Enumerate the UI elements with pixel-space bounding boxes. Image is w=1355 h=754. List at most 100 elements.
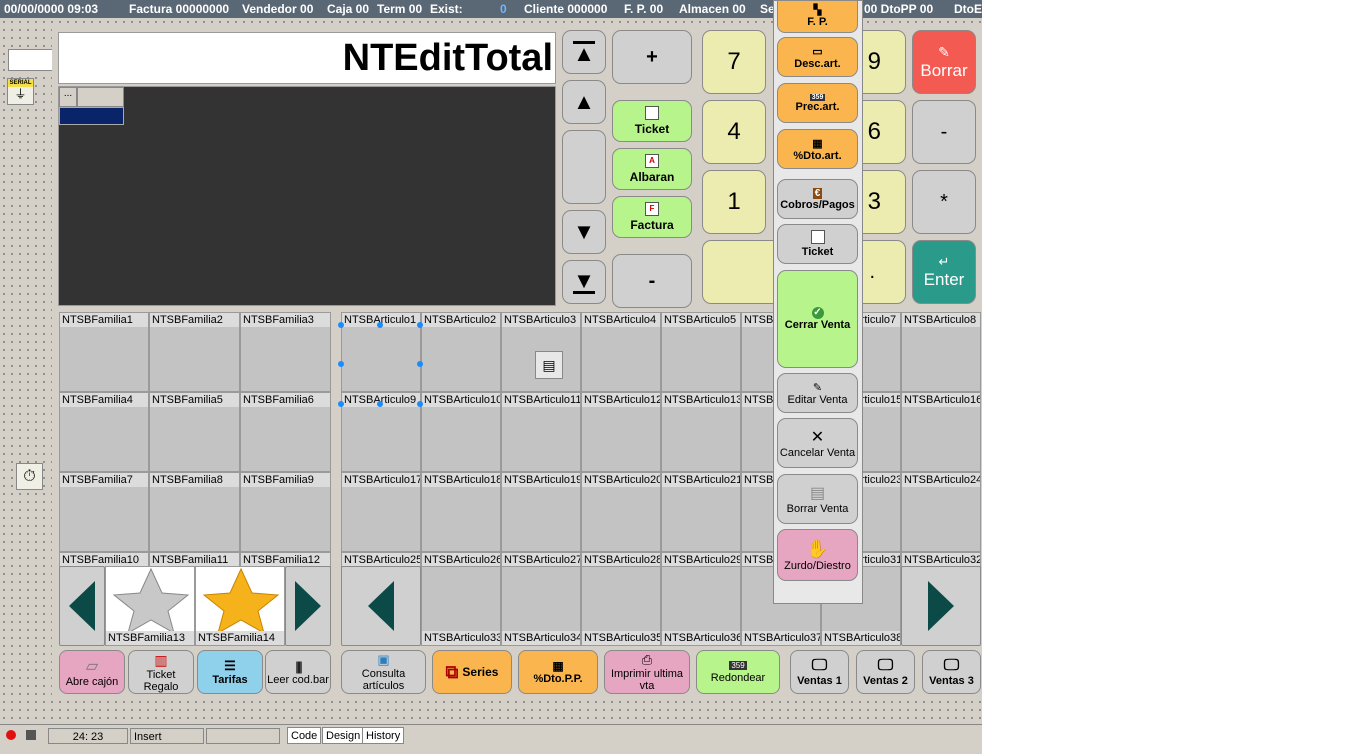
borrar-button[interactable]: ✎ Borrar bbox=[912, 30, 976, 94]
abre-cajon-button[interactable]: ▱ Abre cajón bbox=[59, 650, 125, 694]
articulo-cell-5[interactable]: NTSBArticulo5 bbox=[661, 312, 741, 392]
key-minus[interactable]: - bbox=[912, 100, 976, 164]
articulo-label: NTSBArticulo12 bbox=[582, 393, 660, 407]
articulo-prev-button[interactable] bbox=[341, 566, 421, 646]
key-7[interactable]: 7 bbox=[702, 30, 766, 94]
component-icon[interactable]: ▤ bbox=[535, 351, 563, 379]
articulo-cell-20[interactable]: NTSBArticulo20 bbox=[581, 472, 661, 552]
printer-icon: ⎙ bbox=[641, 652, 653, 667]
articulo-cell-24[interactable]: NTSBArticulo24 bbox=[901, 472, 981, 552]
articulo-cell-21[interactable]: NTSBArticulo21 bbox=[661, 472, 741, 552]
cerrar-venta-button[interactable]: ✓ Cerrar Venta bbox=[777, 270, 858, 368]
key-1[interactable]: 1 bbox=[702, 170, 766, 234]
articulo-cell-17[interactable]: NTSBArticulo17 bbox=[341, 472, 421, 552]
key-multiply[interactable]: * bbox=[912, 170, 976, 234]
status-cliente: Cliente 000000 bbox=[524, 2, 608, 16]
ticket-popup-button[interactable]: Ticket bbox=[777, 224, 858, 264]
tarifas-button[interactable]: ☰ Tarifas bbox=[197, 650, 263, 694]
selection-handle[interactable] bbox=[338, 361, 344, 367]
articulo-cell-11[interactable]: NTSBArticulo11 bbox=[501, 392, 581, 472]
record-icon[interactable] bbox=[6, 730, 16, 740]
selection-handle[interactable] bbox=[338, 401, 344, 407]
serial-component-icon[interactable]: SERIAL ⏚ bbox=[7, 78, 34, 105]
familia-cell-2[interactable]: NTSBFamilia2 bbox=[149, 312, 240, 392]
dto-art-button[interactable]: ▦ %Dto.art. bbox=[777, 129, 858, 169]
desc-art-button[interactable]: ▭ Desc.art. bbox=[777, 37, 858, 77]
scroll-down-button[interactable]: ▼ bbox=[562, 210, 606, 254]
selection-handle[interactable] bbox=[377, 322, 383, 328]
selection-handle[interactable] bbox=[377, 401, 383, 407]
factura-doc-button[interactable]: F Factura bbox=[612, 196, 692, 238]
ventas-1-button[interactable]: 🖵 Ventas 1 bbox=[790, 650, 849, 694]
grid-ellipsis-button[interactable]: ... bbox=[59, 87, 77, 107]
familia-cell-14[interactable]: NTSBFamilia14 bbox=[195, 566, 285, 646]
cobros-pagos-button[interactable]: € Cobros/Pagos bbox=[777, 179, 858, 219]
redondear-button[interactable]: 359 Redondear bbox=[696, 650, 780, 694]
ticket-doc-button[interactable]: Ticket bbox=[612, 100, 692, 142]
ticket-regalo-button[interactable]: ▥ Ticket Regalo bbox=[128, 650, 194, 694]
articulo-cell-35[interactable]: NTSBArticulo35 bbox=[581, 566, 661, 646]
articulo-cell-18[interactable]: NTSBArticulo18 bbox=[421, 472, 501, 552]
articulo-cell-10[interactable]: NTSBArticulo10 bbox=[421, 392, 501, 472]
imprimir-ultima-button[interactable]: ⎙ Imprimir ultima vta bbox=[604, 650, 690, 694]
articulo-next-button[interactable] bbox=[901, 566, 981, 646]
editar-venta-button[interactable]: ✎ Editar Venta bbox=[777, 373, 858, 413]
articulo-cell-4[interactable]: NTSBArticulo4 bbox=[581, 312, 661, 392]
enter-button[interactable]: ↵ Enter bbox=[912, 240, 976, 304]
familia-cell-8[interactable]: NTSBFamilia8 bbox=[149, 472, 240, 552]
articulo-cell-16[interactable]: NTSBArticulo16 bbox=[901, 392, 981, 472]
articulo-cell-19[interactable]: NTSBArticulo19 bbox=[501, 472, 581, 552]
status-exist-value: 0 bbox=[500, 2, 507, 16]
scroll-up-button[interactable]: ▲ bbox=[562, 80, 606, 124]
leer-cod-bar-button[interactable]: |||| Leer cod.bar bbox=[265, 650, 331, 694]
familia-cell-4[interactable]: NTSBFamilia4 bbox=[59, 392, 149, 472]
familia-next-button[interactable] bbox=[285, 566, 331, 646]
tab-history[interactable]: History bbox=[362, 727, 405, 744]
prec-art-button[interactable]: 359 Prec.art. bbox=[777, 83, 858, 123]
familia-cell-3[interactable]: NTSBFamilia3 bbox=[240, 312, 331, 392]
articulo-cell-2[interactable]: NTSBArticulo2 bbox=[421, 312, 501, 392]
articulo-cell-12[interactable]: NTSBArticulo12 bbox=[581, 392, 661, 472]
dto-pp-button[interactable]: ▦ %Dto.P.P. bbox=[518, 650, 598, 694]
articulo-cell-13[interactable]: NTSBArticulo13 bbox=[661, 392, 741, 472]
grid-selected-row[interactable] bbox=[59, 107, 124, 125]
articulo-cell-33[interactable]: NTSBArticulo33 bbox=[421, 566, 501, 646]
key-4[interactable]: 4 bbox=[702, 100, 766, 164]
selection-handle[interactable] bbox=[417, 322, 423, 328]
familia-prev-button[interactable] bbox=[59, 566, 105, 646]
cancelar-venta-button[interactable]: ✕ Cancelar Venta bbox=[777, 418, 858, 468]
ide-status-bar: 24: 23 Insert Code Design History bbox=[0, 724, 982, 754]
selection-handle[interactable] bbox=[417, 401, 423, 407]
ventas-3-button[interactable]: 🖵 Ventas 3 bbox=[922, 650, 981, 694]
borrar-venta-button[interactable]: ▤ Borrar Venta bbox=[777, 474, 858, 524]
tab-code[interactable]: Code bbox=[287, 727, 322, 744]
albaran-doc-button[interactable]: A Albaran bbox=[612, 148, 692, 190]
plus-button[interactable]: + bbox=[612, 30, 692, 84]
selection-handle[interactable] bbox=[338, 322, 344, 328]
series-button[interactable]: ⧉ Series bbox=[432, 650, 512, 694]
ventas-2-button[interactable]: 🖵 Ventas 2 bbox=[856, 650, 915, 694]
familia-cell-1[interactable]: NTSBFamilia1 bbox=[59, 312, 149, 392]
scroll-bottom-button[interactable]: ▼ bbox=[562, 260, 606, 304]
scroll-track[interactable] bbox=[562, 130, 606, 204]
articulo-cell-36[interactable]: NTSBArticulo36 bbox=[661, 566, 741, 646]
familia-cell-9[interactable]: NTSBFamilia9 bbox=[240, 472, 331, 552]
familia-cell-6[interactable]: NTSBFamilia6 bbox=[240, 392, 331, 472]
articulo-cell-34[interactable]: NTSBArticulo34 bbox=[501, 566, 581, 646]
familia-cell-7[interactable]: NTSBFamilia7 bbox=[59, 472, 149, 552]
ticket-grid[interactable]: ... bbox=[58, 86, 556, 306]
fp-button[interactable]: ▚ F. P. bbox=[777, 0, 858, 33]
familia-cell-13[interactable]: NTSBFamilia13 bbox=[105, 566, 195, 646]
familia-cell-5[interactable]: NTSBFamilia5 bbox=[149, 392, 240, 472]
stop-icon[interactable] bbox=[26, 730, 36, 740]
selection-handle[interactable] bbox=[417, 361, 423, 367]
zurdo-diestro-button[interactable]: ✋ Zurdo/Diestro bbox=[777, 529, 858, 581]
minus-button[interactable]: - bbox=[612, 254, 692, 308]
articulo-cell-8[interactable]: NTSBArticulo8 bbox=[901, 312, 981, 392]
consulta-articulos-button[interactable]: ▣ Consulta artículos bbox=[341, 650, 426, 694]
right-arrow-icon bbox=[928, 581, 954, 631]
scroll-top-button[interactable]: ▲ bbox=[562, 30, 606, 74]
tarifas-label: Tarifas bbox=[212, 674, 248, 686]
tab-design[interactable]: Design bbox=[322, 727, 365, 744]
timer-component-icon[interactable]: ⏱ bbox=[16, 463, 43, 490]
